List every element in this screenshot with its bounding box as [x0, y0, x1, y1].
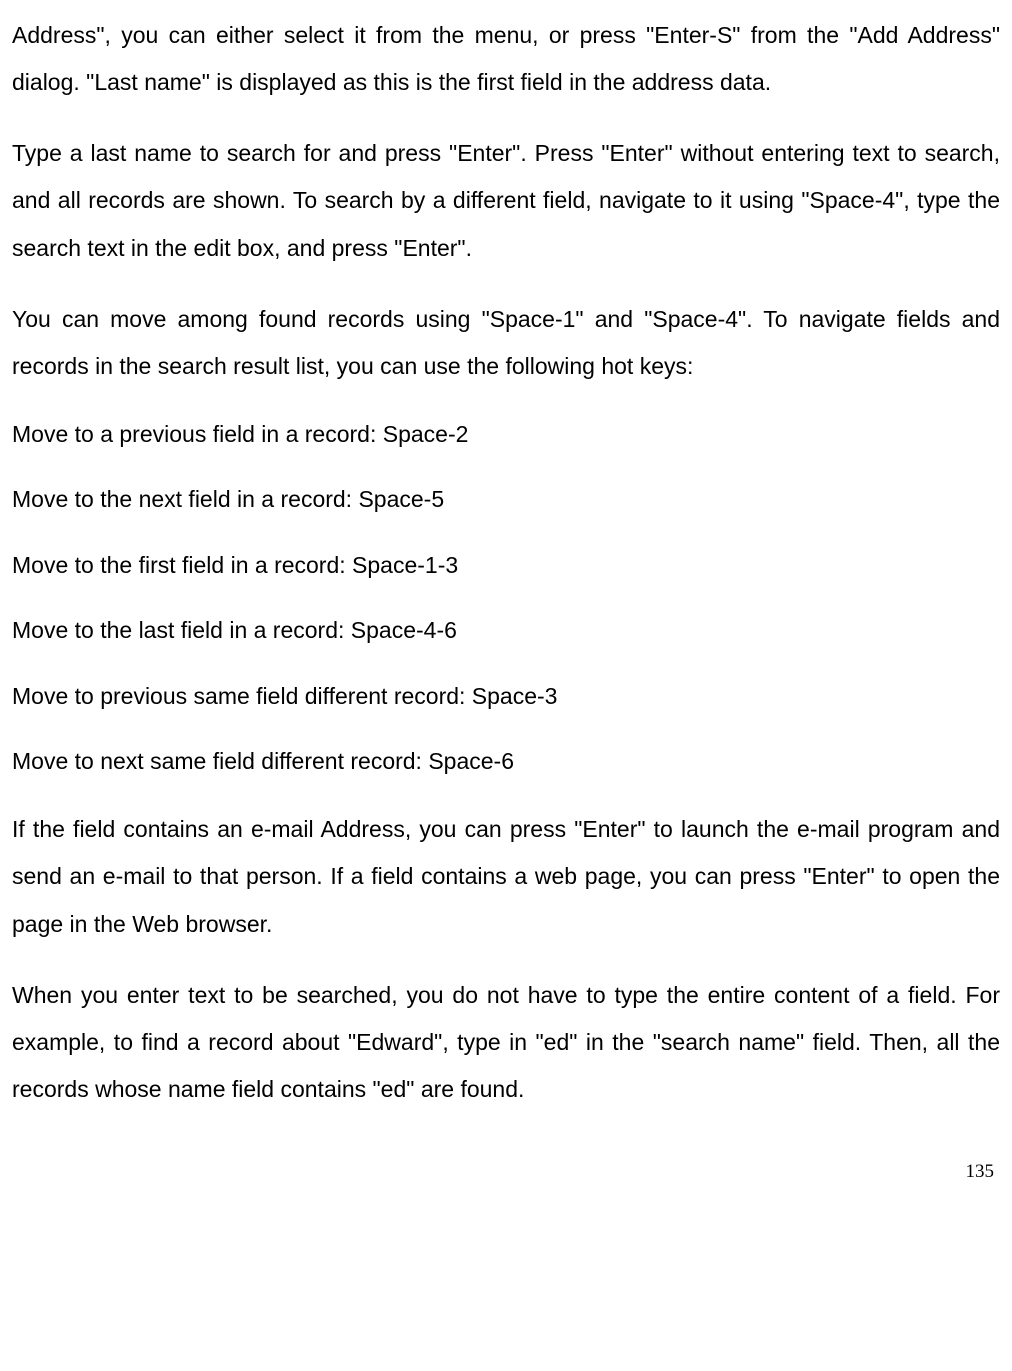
body-paragraph-1: Address", you can either select it from … — [12, 12, 1000, 106]
hotkey-next-field: Move to the next field in a record: Spac… — [12, 479, 1000, 520]
hotkey-last-field: Move to the last field in a record: Spac… — [12, 610, 1000, 651]
hotkey-prev-record: Move to previous same field different re… — [12, 676, 1000, 717]
hotkey-prev-field: Move to a previous field in a record: Sp… — [12, 414, 1000, 455]
body-paragraph-3: You can move among found records using "… — [12, 296, 1000, 390]
body-paragraph-4: If the field contains an e-mail Address,… — [12, 806, 1000, 947]
body-paragraph-2: Type a last name to search for and press… — [12, 130, 1000, 271]
page-number: 135 — [12, 1153, 1000, 1192]
hotkey-first-field: Move to the first field in a record: Spa… — [12, 545, 1000, 586]
hotkey-next-record: Move to next same field different record… — [12, 741, 1000, 782]
body-paragraph-5: When you enter text to be searched, you … — [12, 972, 1000, 1113]
